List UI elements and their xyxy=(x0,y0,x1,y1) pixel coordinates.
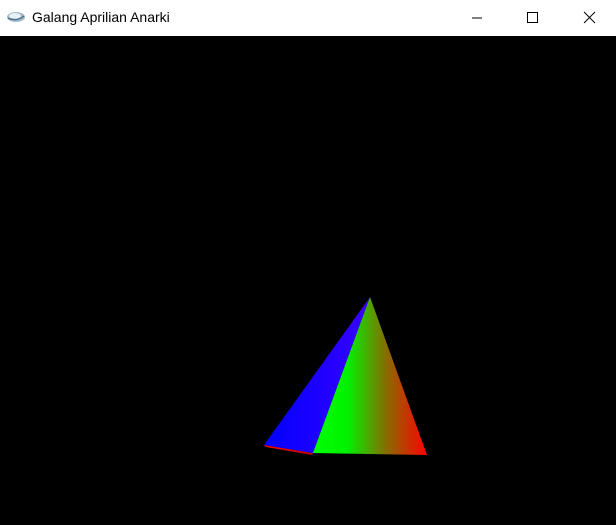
app-window: Galang Aprilian Anarki xyxy=(0,0,616,525)
title-bar[interactable]: Galang Aprilian Anarki xyxy=(0,0,616,36)
close-icon xyxy=(583,11,596,24)
maximize-button[interactable] xyxy=(510,0,556,36)
minimize-icon xyxy=(472,17,482,19)
maximize-icon xyxy=(527,12,538,23)
render-canvas[interactable] xyxy=(0,36,616,525)
minimize-button[interactable] xyxy=(454,0,500,36)
window-title: Galang Aprilian Anarki xyxy=(32,9,170,25)
close-button[interactable] xyxy=(566,0,612,36)
pyramid-scene xyxy=(264,297,427,455)
app-icon xyxy=(6,9,26,25)
